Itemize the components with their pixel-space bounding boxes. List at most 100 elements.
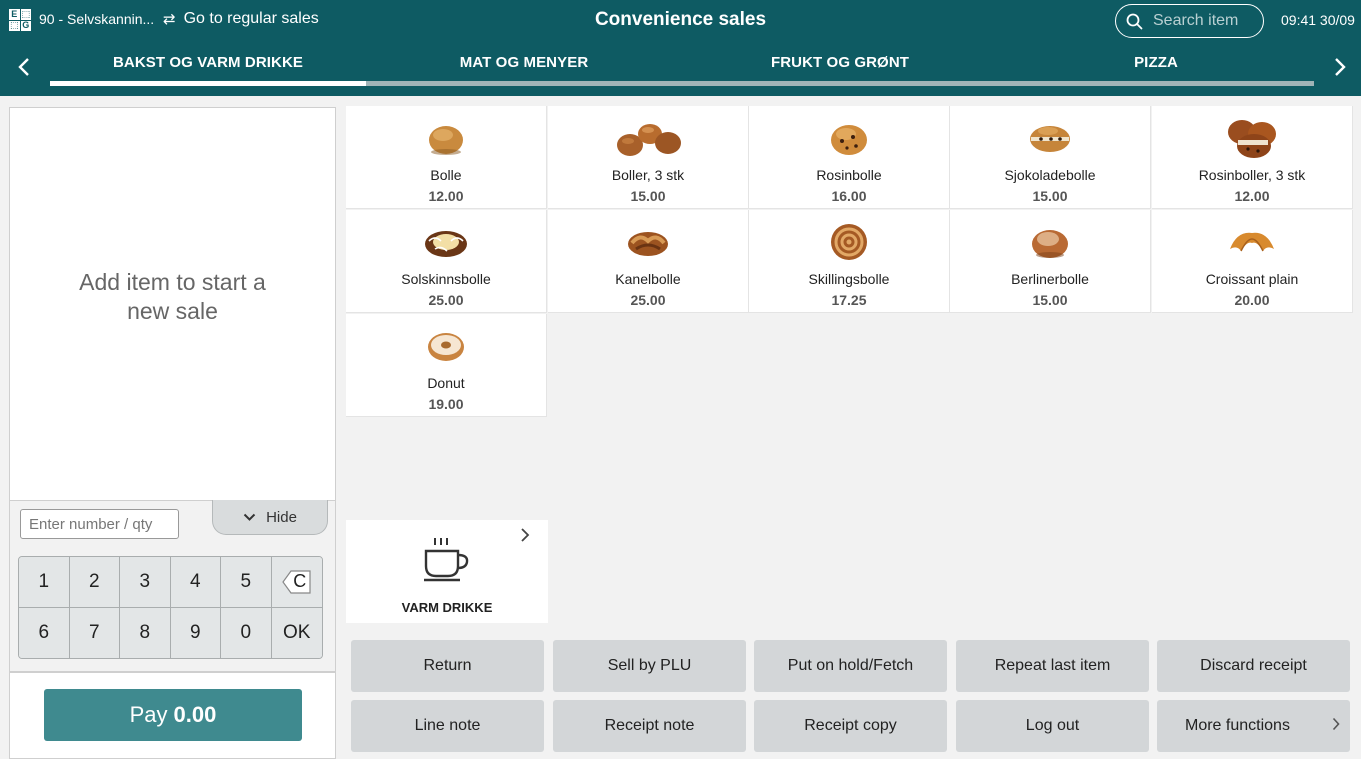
pay-label: Pay (129, 702, 168, 727)
product-price: 12.00 (1234, 188, 1270, 204)
product-tile-sjokoladebolle[interactable]: Sjokoladebolle 15.00 (950, 106, 1151, 209)
product-price: 15.00 (630, 188, 666, 204)
log-out-button[interactable]: Log out (956, 700, 1149, 752)
put-on-hold-fetch-button[interactable]: Put on hold/Fetch (754, 640, 947, 692)
switch-arrows-icon: ⇄ (163, 11, 176, 28)
product-tile-croissant-plain[interactable]: Croissant plain 20.00 (1152, 210, 1353, 313)
tab-bakst-og-varm-drikke[interactable]: BAKST OG VARM DRIKKE (50, 48, 366, 86)
number-qty-input[interactable] (20, 509, 179, 539)
tabs-next-button[interactable] (1330, 54, 1350, 80)
tab-pizza[interactable]: PIZZA (998, 48, 1314, 86)
donut-icon (346, 324, 546, 368)
pay-button[interactable]: Pay 0.00 (44, 689, 302, 741)
chevron-down-icon (243, 513, 256, 521)
key-0[interactable]: 0 (221, 607, 272, 658)
product-name: Rosinbolle (816, 167, 882, 183)
regular-sales-label: Go to regular sales (183, 10, 319, 27)
product-name: Skillingsbolle (808, 271, 890, 287)
product-price: 19.00 (428, 396, 464, 412)
product-name: Kanelbolle (615, 271, 681, 287)
empty-receipt-message: Add item to start a new sale (79, 268, 266, 326)
category-tabs: BAKST OG VARM DRIKKE MAT OG MENYER FRUKT… (50, 48, 1314, 86)
tabs-prev-button[interactable] (14, 54, 34, 80)
numeric-keypad: 1 2 3 4 5 C 6 7 8 9 0 OK (18, 556, 323, 659)
clock: 09:41 30/09 (1281, 12, 1355, 28)
receipt-panel: Add item to start a new sale (9, 107, 336, 501)
raisin-buns-three-icon (1152, 116, 1352, 160)
go-to-regular-sales-link[interactable]: ⇄ Go to regular sales (163, 10, 319, 28)
logo-letter: ⬚ (9, 20, 20, 31)
cinnamon-bun-icon (548, 220, 748, 264)
product-name: Rosinboller, 3 stk (1198, 167, 1306, 183)
receipt-copy-button[interactable]: Receipt copy (754, 700, 947, 752)
product-price: 15.00 (1032, 292, 1068, 308)
product-tile-rosinbolle[interactable]: Rosinbolle 16.00 (749, 106, 950, 209)
search-placeholder: Search item (1153, 12, 1239, 29)
receipt-note-button[interactable]: Receipt note (553, 700, 746, 752)
return-button[interactable]: Return (351, 640, 544, 692)
product-tile-rosinboller-3-stk[interactable]: Rosinboller, 3 stk 12.00 (1152, 106, 1353, 209)
chocolate-bun-icon (950, 116, 1150, 160)
chevron-right-icon (1332, 717, 1340, 731)
hide-keypad-button[interactable]: Hide (212, 500, 328, 535)
product-tile-donut[interactable]: Donut 19.00 (346, 314, 547, 417)
key-6[interactable]: 6 (19, 607, 70, 658)
key-9[interactable]: 9 (170, 607, 221, 658)
line-note-button[interactable]: Line note (351, 700, 544, 752)
top-bar: E ⬚ ⬚ G 90 - Selvskannin... ⇄ Go to regu… (0, 0, 1361, 96)
key-ok[interactable]: OK (271, 607, 322, 658)
product-tile-kanelbolle[interactable]: Kanelbolle 25.00 (548, 210, 749, 313)
berliner-icon (950, 220, 1150, 264)
chevron-right-icon (1335, 58, 1346, 76)
product-tile-bolle[interactable]: Bolle 12.00 (346, 106, 547, 209)
product-price: 20.00 (1234, 292, 1270, 308)
sell-by-plu-button[interactable]: Sell by PLU (553, 640, 746, 692)
buns-three-icon (548, 116, 748, 160)
key-clear[interactable]: C (271, 557, 322, 608)
logo-letter: G (20, 20, 31, 31)
repeat-last-item-button[interactable]: Repeat last item (956, 640, 1149, 692)
logo-letter: ⬚ (20, 8, 31, 20)
pay-area: Pay 0.00 (9, 671, 336, 759)
key-1[interactable]: 1 (19, 557, 70, 608)
keypad-area: Hide 1 2 3 4 5 C 6 7 8 9 0 OK (9, 500, 336, 671)
product-price: 25.00 (630, 292, 666, 308)
croissant-icon (1152, 220, 1352, 264)
product-name: Donut (427, 375, 465, 391)
product-name: Croissant plain (1205, 271, 1299, 287)
swirl-bun-icon (749, 220, 949, 264)
store-name: 90 - Selvskannin... (39, 11, 155, 27)
empty-message-line: new sale (127, 297, 218, 324)
key-4[interactable]: 4 (170, 557, 221, 608)
search-input[interactable]: Search item (1115, 4, 1264, 38)
key-2[interactable]: 2 (69, 557, 120, 608)
chevron-left-icon (18, 58, 29, 76)
tab-frukt-og-gront[interactable]: FRUKT OG GRØNT (682, 48, 998, 86)
product-price: 15.00 (1032, 188, 1068, 204)
key-5[interactable]: 5 (221, 557, 272, 608)
category-tile-varm-drikke[interactable]: VARM DRIKKE (346, 520, 548, 623)
raisin-bun-icon (749, 116, 949, 160)
more-functions-button[interactable]: More functions (1157, 700, 1350, 752)
search-icon (1126, 13, 1143, 29)
product-price: 25.00 (428, 292, 464, 308)
key-7[interactable]: 7 (69, 607, 120, 658)
product-name: Solskinnsbolle (401, 271, 491, 287)
eg-logo: E ⬚ ⬚ G (9, 9, 31, 31)
key-3[interactable]: 3 (120, 557, 171, 608)
key-8[interactable]: 8 (120, 607, 171, 658)
pay-amount: 0.00 (173, 702, 217, 727)
product-price: 12.00 (428, 188, 464, 204)
tab-mat-og-menyer[interactable]: MAT OG MENYER (366, 48, 682, 86)
product-tile-berlinerbolle[interactable]: Berlinerbolle 15.00 (950, 210, 1151, 313)
product-tile-skillingsbolle[interactable]: Skillingsbolle 17.25 (749, 210, 950, 313)
product-price: 16.00 (831, 188, 867, 204)
empty-message-line: Add item to start a (79, 268, 266, 295)
product-tile-solskinnsbolle[interactable]: Solskinnsbolle 25.00 (346, 210, 547, 313)
product-name: Berlinerbolle (1011, 271, 1089, 287)
discard-receipt-button[interactable]: Discard receipt (1157, 640, 1350, 692)
sunshine-bun-icon (346, 220, 546, 264)
product-tile-boller-3-stk[interactable]: Boller, 3 stk 15.00 (548, 106, 749, 209)
chevron-right-icon (521, 528, 530, 542)
backspace-clear-icon: C (282, 569, 312, 595)
